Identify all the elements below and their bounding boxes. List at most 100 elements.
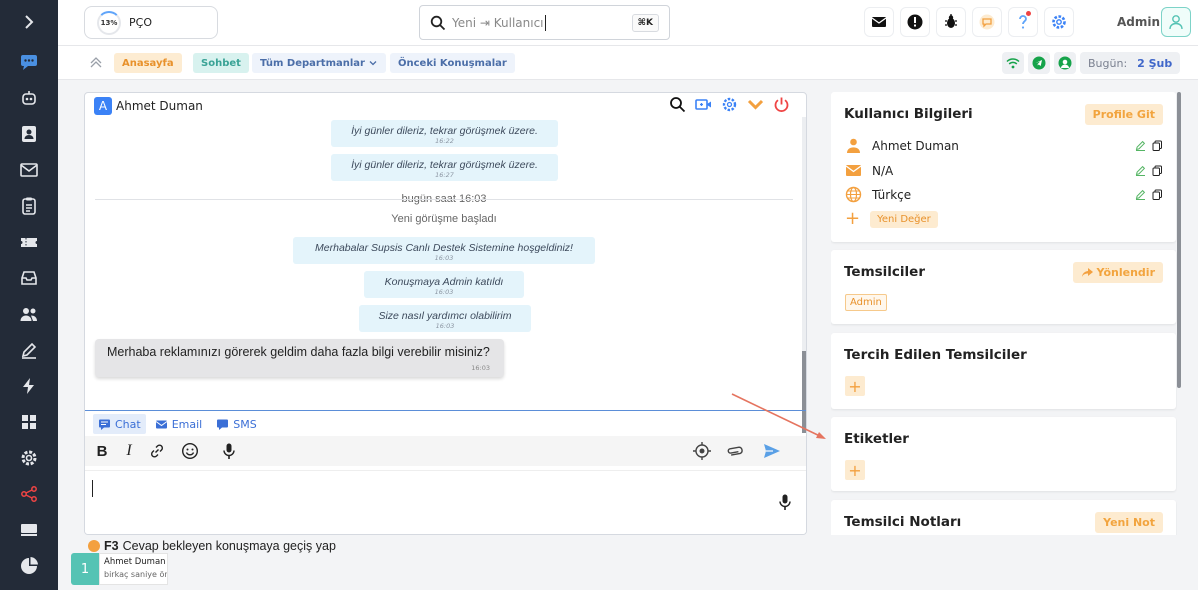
message-scrollbar[interactable] — [802, 117, 806, 433]
notification-dot — [1026, 11, 1031, 16]
redirect-button[interactable]: Yönlendir — [1072, 262, 1163, 283]
inbox-icon[interactable] — [0, 260, 58, 296]
wifi-status[interactable] — [1002, 52, 1024, 74]
edit-icon[interactable] — [1135, 165, 1146, 176]
waiting-conversation[interactable]: 1 Ahmet Duman birkaç saniye önce — [71, 553, 168, 585]
format-toolbar: B I — [85, 436, 806, 466]
tab-sms-channel[interactable]: SMS — [211, 414, 261, 434]
info-row-language: Türkçe — [845, 186, 911, 203]
info-value: N/A — [872, 163, 894, 178]
alert-icon — [907, 14, 923, 30]
settings-icon[interactable] — [0, 440, 58, 476]
chat-icon[interactable] — [0, 44, 58, 80]
grid-icon[interactable] — [0, 404, 58, 440]
new-note-button[interactable]: Yeni Not — [1095, 512, 1163, 533]
search-icon[interactable] — [669, 96, 686, 113]
message-list[interactable]: İyi günler dileriz, tekrar görüşmek üzer… — [85, 117, 803, 410]
tab-chat[interactable]: Sohbet — [193, 53, 249, 73]
help-button[interactable] — [1008, 7, 1038, 37]
bot-icon[interactable] — [0, 80, 58, 116]
add-value-button[interactable]: Yeni Değer — [870, 210, 938, 228]
contacts-icon[interactable] — [0, 116, 58, 152]
tab-home[interactable]: Anasayfa — [114, 53, 182, 73]
chevron-down-icon[interactable] — [747, 96, 764, 113]
department-select[interactable]: Tüm Departmanlar — [252, 53, 386, 73]
italic-button[interactable]: I — [120, 442, 138, 460]
voice-record-button[interactable] — [220, 442, 238, 460]
tab-label: Chat — [115, 417, 141, 431]
search-input[interactable]: Yeni ⇥ Kullanıcı — [452, 16, 544, 30]
copy-icon[interactable] — [1152, 189, 1163, 200]
tab-previous-conversations[interactable]: Önceki Konuşmalar — [390, 53, 515, 73]
edit-icon[interactable] — [0, 332, 58, 368]
link-button[interactable] — [148, 442, 166, 460]
queue-card[interactable]: Ahmet Duman birkaç saniye önce — [99, 553, 168, 585]
add-value-row[interactable]: + Yeni Değer — [845, 210, 938, 228]
date-divider — [95, 199, 793, 200]
session-start-label: Yeni görüşme başladı — [391, 213, 497, 225]
status-group: Bugün: 2 Şub — [1002, 52, 1181, 74]
right-panel-scrollbar[interactable] — [1177, 92, 1181, 388]
preferred-agents-card: Tercih Edilen Temsilciler + — [831, 333, 1176, 409]
messages-button[interactable] — [972, 7, 1002, 37]
pco-indicator[interactable]: 13% PÇO — [84, 6, 218, 39]
expand-icon[interactable] — [0, 0, 58, 44]
row-actions — [1135, 140, 1163, 151]
chat-actions — [669, 96, 790, 113]
microphone-icon — [223, 443, 235, 459]
microphone-icon[interactable] — [776, 493, 794, 511]
sms-icon — [217, 419, 229, 430]
add-tag-button[interactable]: + — [845, 460, 865, 480]
profile-button[interactable]: Profile Git — [1084, 104, 1163, 125]
chevron-up-icon[interactable] — [88, 54, 104, 70]
monitor-icon[interactable] — [0, 512, 58, 548]
agent-tag[interactable]: Admin — [845, 294, 887, 311]
card-title: Kullanıcı Bilgileri — [844, 106, 973, 122]
message-input[interactable] — [85, 470, 806, 534]
gear-icon[interactable] — [721, 96, 738, 113]
power-icon[interactable] — [773, 96, 790, 113]
copy-icon[interactable] — [1152, 165, 1163, 176]
agent-status[interactable] — [1054, 52, 1076, 74]
settings-button[interactable] — [1044, 7, 1074, 37]
share-icon[interactable] — [0, 476, 58, 512]
gear-icon — [1052, 15, 1066, 29]
tags-card: Etiketler + — [831, 417, 1176, 491]
plus-icon: + — [845, 208, 861, 229]
card-title: Etiketler — [844, 431, 909, 447]
telegram-status[interactable] — [1028, 52, 1050, 74]
queue-contact-name: Ahmet Duman — [104, 557, 166, 567]
tab-email-channel[interactable]: Email — [150, 414, 208, 434]
edit-icon[interactable] — [1135, 140, 1146, 151]
message-bubble: İyi günler dileriz, tekrar görüşmek üzer… — [331, 120, 558, 147]
add-preferred-button[interactable]: + — [845, 376, 865, 396]
user-avatar[interactable] — [1161, 7, 1191, 37]
chat-icon — [99, 419, 110, 430]
attach-button[interactable] — [725, 442, 743, 460]
ticket-icon[interactable] — [0, 224, 58, 260]
pie-icon[interactable] — [0, 548, 58, 584]
mail-button[interactable] — [864, 7, 894, 37]
alert-button[interactable] — [900, 7, 930, 37]
mail-icon[interactable] — [0, 152, 58, 188]
clipboard-icon[interactable] — [0, 188, 58, 224]
message-bubble: İyi günler dileriz, tekrar görüşmek üzer… — [331, 154, 558, 181]
search-box[interactable]: Yeni ⇥ Kullanıcı ⌘K — [419, 5, 670, 40]
bold-button[interactable]: B — [93, 442, 111, 460]
emoji-button[interactable] — [181, 442, 199, 460]
message-time: 16:03 — [435, 322, 455, 330]
card-title: Temsilci Notları — [844, 514, 962, 530]
edit-icon[interactable] — [1135, 189, 1146, 200]
composer-divider — [85, 410, 806, 411]
bug-icon — [945, 14, 957, 28]
video-call-icon[interactable] — [695, 96, 712, 113]
copy-icon[interactable] — [1152, 140, 1163, 151]
bug-button[interactable] — [936, 7, 966, 37]
location-button[interactable] — [693, 442, 711, 460]
message-time: 16:27 — [435, 171, 454, 179]
users-icon[interactable] — [0, 296, 58, 332]
pco-label: PÇO — [129, 16, 152, 29]
hint-text: Cevap bekleyen konuşmaya geçiş yap — [122, 539, 336, 553]
bolt-icon[interactable] — [0, 368, 58, 404]
tab-chat-channel[interactable]: Chat — [93, 414, 146, 434]
